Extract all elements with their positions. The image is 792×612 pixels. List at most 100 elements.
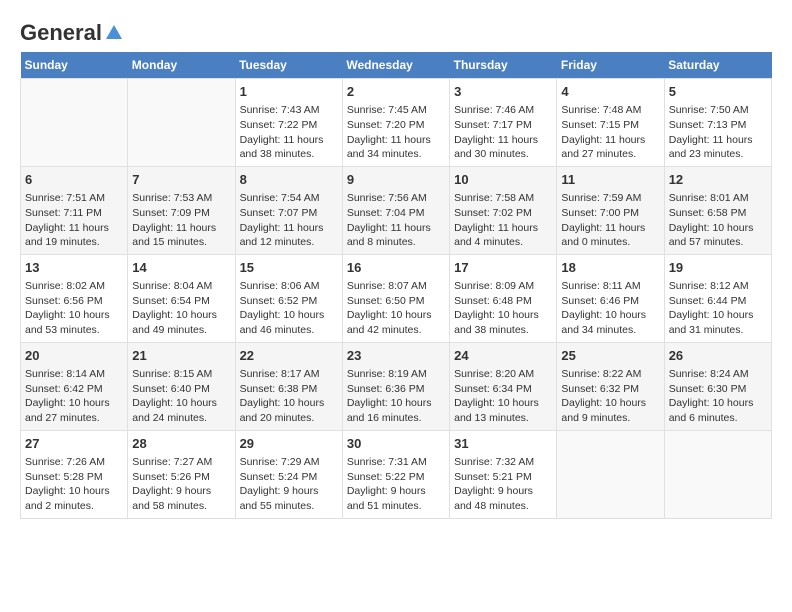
day-number: 3 — [454, 83, 552, 101]
calendar-cell: 20 Sunrise: 8:14 AM Sunset: 6:42 PM Dayli… — [21, 342, 128, 430]
weekday-wednesday: Wednesday — [342, 52, 449, 79]
weekday-thursday: Thursday — [450, 52, 557, 79]
day-info: Sunrise: 8:01 AM Sunset: 6:58 PM Dayligh… — [669, 191, 767, 250]
weekday-tuesday: Tuesday — [235, 52, 342, 79]
day-number: 6 — [25, 171, 123, 189]
day-number: 19 — [669, 259, 767, 277]
day-number: 8 — [240, 171, 338, 189]
day-info: Sunrise: 7:31 AM Sunset: 5:22 PM Dayligh… — [347, 455, 445, 514]
calendar-week-3: 13Sunrise: 8:02 AM Sunset: 6:56 PM Dayli… — [21, 254, 772, 342]
weekday-friday: Friday — [557, 52, 664, 79]
day-info: Sunrise: 7:27 AM Sunset: 5:26 PM Dayligh… — [132, 455, 230, 514]
day-info: Sunrise: 7:50 AM Sunset: 7:13 PM Dayligh… — [669, 103, 767, 162]
calendar-week-2: 6 Sunrise: 7:51 AM Sunset: 7:11 PM Daylig… — [21, 166, 772, 254]
calendar-week-5: 27 Sunrise: 7:26 AM Sunset: 5:28 PM Dayli… — [21, 430, 772, 518]
calendar-cell: 1Sunrise: 7:43 AM Sunset: 7:22 PM Daylig… — [235, 79, 342, 167]
calendar-cell: 29 Sunrise: 7:29 AM Sunset: 5:24 PM Dayli… — [235, 430, 342, 518]
calendar-cell — [21, 79, 128, 167]
page-header: General — [20, 20, 772, 42]
calendar-cell: 26 Sunrise: 8:24 AM Sunset: 6:30 PM Dayli… — [664, 342, 771, 430]
calendar-cell: 18 Sunrise: 8:11 AM Sunset: 6:46 PM Dayli… — [557, 254, 664, 342]
calendar-cell: 21 Sunrise: 8:15 AM Sunset: 6:40 PM Dayli… — [128, 342, 235, 430]
calendar-cell — [557, 430, 664, 518]
calendar-cell: 25Sunrise: 8:22 AM Sunset: 6:32 PM Dayli… — [557, 342, 664, 430]
day-number: 16 — [347, 259, 445, 277]
day-number: 27 — [25, 435, 123, 453]
day-info: Sunrise: 8:19 AM Sunset: 6:36 PM Dayligh… — [347, 367, 445, 426]
calendar-cell: 5 Sunrise: 7:50 AM Sunset: 7:13 PM Daylig… — [664, 79, 771, 167]
day-info: Sunrise: 7:46 AM Sunset: 7:17 PM Dayligh… — [454, 103, 552, 162]
logo-general: General — [20, 20, 102, 46]
day-number: 24 — [454, 347, 552, 365]
day-info: Sunrise: 8:15 AM Sunset: 6:40 PM Dayligh… — [132, 367, 230, 426]
day-info: Sunrise: 7:59 AM Sunset: 7:00 PM Dayligh… — [561, 191, 659, 250]
day-number: 25 — [561, 347, 659, 365]
calendar-cell — [664, 430, 771, 518]
weekday-saturday: Saturday — [664, 52, 771, 79]
weekday-header-row: SundayMondayTuesdayWednesdayThursdayFrid… — [21, 52, 772, 79]
day-info: Sunrise: 7:58 AM Sunset: 7:02 PM Dayligh… — [454, 191, 552, 250]
day-number: 10 — [454, 171, 552, 189]
day-number: 20 — [25, 347, 123, 365]
day-number: 15 — [240, 259, 338, 277]
calendar-week-1: 1Sunrise: 7:43 AM Sunset: 7:22 PM Daylig… — [21, 79, 772, 167]
day-info: Sunrise: 7:32 AM Sunset: 5:21 PM Dayligh… — [454, 455, 552, 514]
day-info: Sunrise: 7:54 AM Sunset: 7:07 PM Dayligh… — [240, 191, 338, 250]
day-number: 12 — [669, 171, 767, 189]
day-number: 5 — [669, 83, 767, 101]
day-info: Sunrise: 7:48 AM Sunset: 7:15 PM Dayligh… — [561, 103, 659, 162]
day-info: Sunrise: 7:56 AM Sunset: 7:04 PM Dayligh… — [347, 191, 445, 250]
calendar-cell: 16 Sunrise: 8:07 AM Sunset: 6:50 PM Dayli… — [342, 254, 449, 342]
day-info: Sunrise: 8:09 AM Sunset: 6:48 PM Dayligh… — [454, 279, 552, 338]
day-info: Sunrise: 8:11 AM Sunset: 6:46 PM Dayligh… — [561, 279, 659, 338]
day-info: Sunrise: 7:26 AM Sunset: 5:28 PM Dayligh… — [25, 455, 123, 514]
day-info: Sunrise: 7:29 AM Sunset: 5:24 PM Dayligh… — [240, 455, 338, 514]
day-number: 26 — [669, 347, 767, 365]
calendar-cell: 3 Sunrise: 7:46 AM Sunset: 7:17 PM Daylig… — [450, 79, 557, 167]
calendar-cell: 30 Sunrise: 7:31 AM Sunset: 5:22 PM Dayli… — [342, 430, 449, 518]
calendar-cell: 12 Sunrise: 8:01 AM Sunset: 6:58 PM Dayli… — [664, 166, 771, 254]
day-info: Sunrise: 8:04 AM Sunset: 6:54 PM Dayligh… — [132, 279, 230, 338]
calendar-cell: 4 Sunrise: 7:48 AM Sunset: 7:15 PM Daylig… — [557, 79, 664, 167]
calendar-cell — [128, 79, 235, 167]
calendar-cell: 15Sunrise: 8:06 AM Sunset: 6:52 PM Dayli… — [235, 254, 342, 342]
day-number: 31 — [454, 435, 552, 453]
calendar-cell: 9Sunrise: 7:56 AM Sunset: 7:04 PM Daylig… — [342, 166, 449, 254]
day-number: 22 — [240, 347, 338, 365]
calendar-week-4: 20 Sunrise: 8:14 AM Sunset: 6:42 PM Dayli… — [21, 342, 772, 430]
calendar-cell: 19Sunrise: 8:12 AM Sunset: 6:44 PM Dayli… — [664, 254, 771, 342]
calendar-cell: 8 Sunrise: 7:54 AM Sunset: 7:07 PM Daylig… — [235, 166, 342, 254]
calendar-cell: 2Sunrise: 7:45 AM Sunset: 7:20 PM Daylig… — [342, 79, 449, 167]
calendar-cell: 28 Sunrise: 7:27 AM Sunset: 5:26 PM Dayli… — [128, 430, 235, 518]
day-info: Sunrise: 8:24 AM Sunset: 6:30 PM Dayligh… — [669, 367, 767, 426]
weekday-sunday: Sunday — [21, 52, 128, 79]
calendar-table: SundayMondayTuesdayWednesdayThursdayFrid… — [20, 52, 772, 519]
day-number: 4 — [561, 83, 659, 101]
day-number: 23 — [347, 347, 445, 365]
weekday-monday: Monday — [128, 52, 235, 79]
calendar-cell: 11Sunrise: 7:59 AM Sunset: 7:00 PM Dayli… — [557, 166, 664, 254]
calendar-cell: 7Sunrise: 7:53 AM Sunset: 7:09 PM Daylig… — [128, 166, 235, 254]
day-number: 21 — [132, 347, 230, 365]
logo: General — [20, 20, 124, 42]
day-info: Sunrise: 8:07 AM Sunset: 6:50 PM Dayligh… — [347, 279, 445, 338]
calendar-cell: 13Sunrise: 8:02 AM Sunset: 6:56 PM Dayli… — [21, 254, 128, 342]
calendar-body: 1Sunrise: 7:43 AM Sunset: 7:22 PM Daylig… — [21, 79, 772, 519]
logo-triangle-icon — [104, 23, 124, 43]
day-info: Sunrise: 8:14 AM Sunset: 6:42 PM Dayligh… — [25, 367, 123, 426]
calendar-cell: 6 Sunrise: 7:51 AM Sunset: 7:11 PM Daylig… — [21, 166, 128, 254]
day-info: Sunrise: 7:53 AM Sunset: 7:09 PM Dayligh… — [132, 191, 230, 250]
day-number: 30 — [347, 435, 445, 453]
day-number: 2 — [347, 83, 445, 101]
day-info: Sunrise: 7:51 AM Sunset: 7:11 PM Dayligh… — [25, 191, 123, 250]
day-number: 29 — [240, 435, 338, 453]
day-number: 17 — [454, 259, 552, 277]
calendar-cell: 22Sunrise: 8:17 AM Sunset: 6:38 PM Dayli… — [235, 342, 342, 430]
calendar-cell: 31 Sunrise: 7:32 AM Sunset: 5:21 PM Dayli… — [450, 430, 557, 518]
day-number: 28 — [132, 435, 230, 453]
calendar-cell: 24Sunrise: 8:20 AM Sunset: 6:34 PM Dayli… — [450, 342, 557, 430]
day-info: Sunrise: 7:43 AM Sunset: 7:22 PM Dayligh… — [240, 103, 338, 162]
day-number: 18 — [561, 259, 659, 277]
day-number: 13 — [25, 259, 123, 277]
calendar-cell: 23 Sunrise: 8:19 AM Sunset: 6:36 PM Dayli… — [342, 342, 449, 430]
